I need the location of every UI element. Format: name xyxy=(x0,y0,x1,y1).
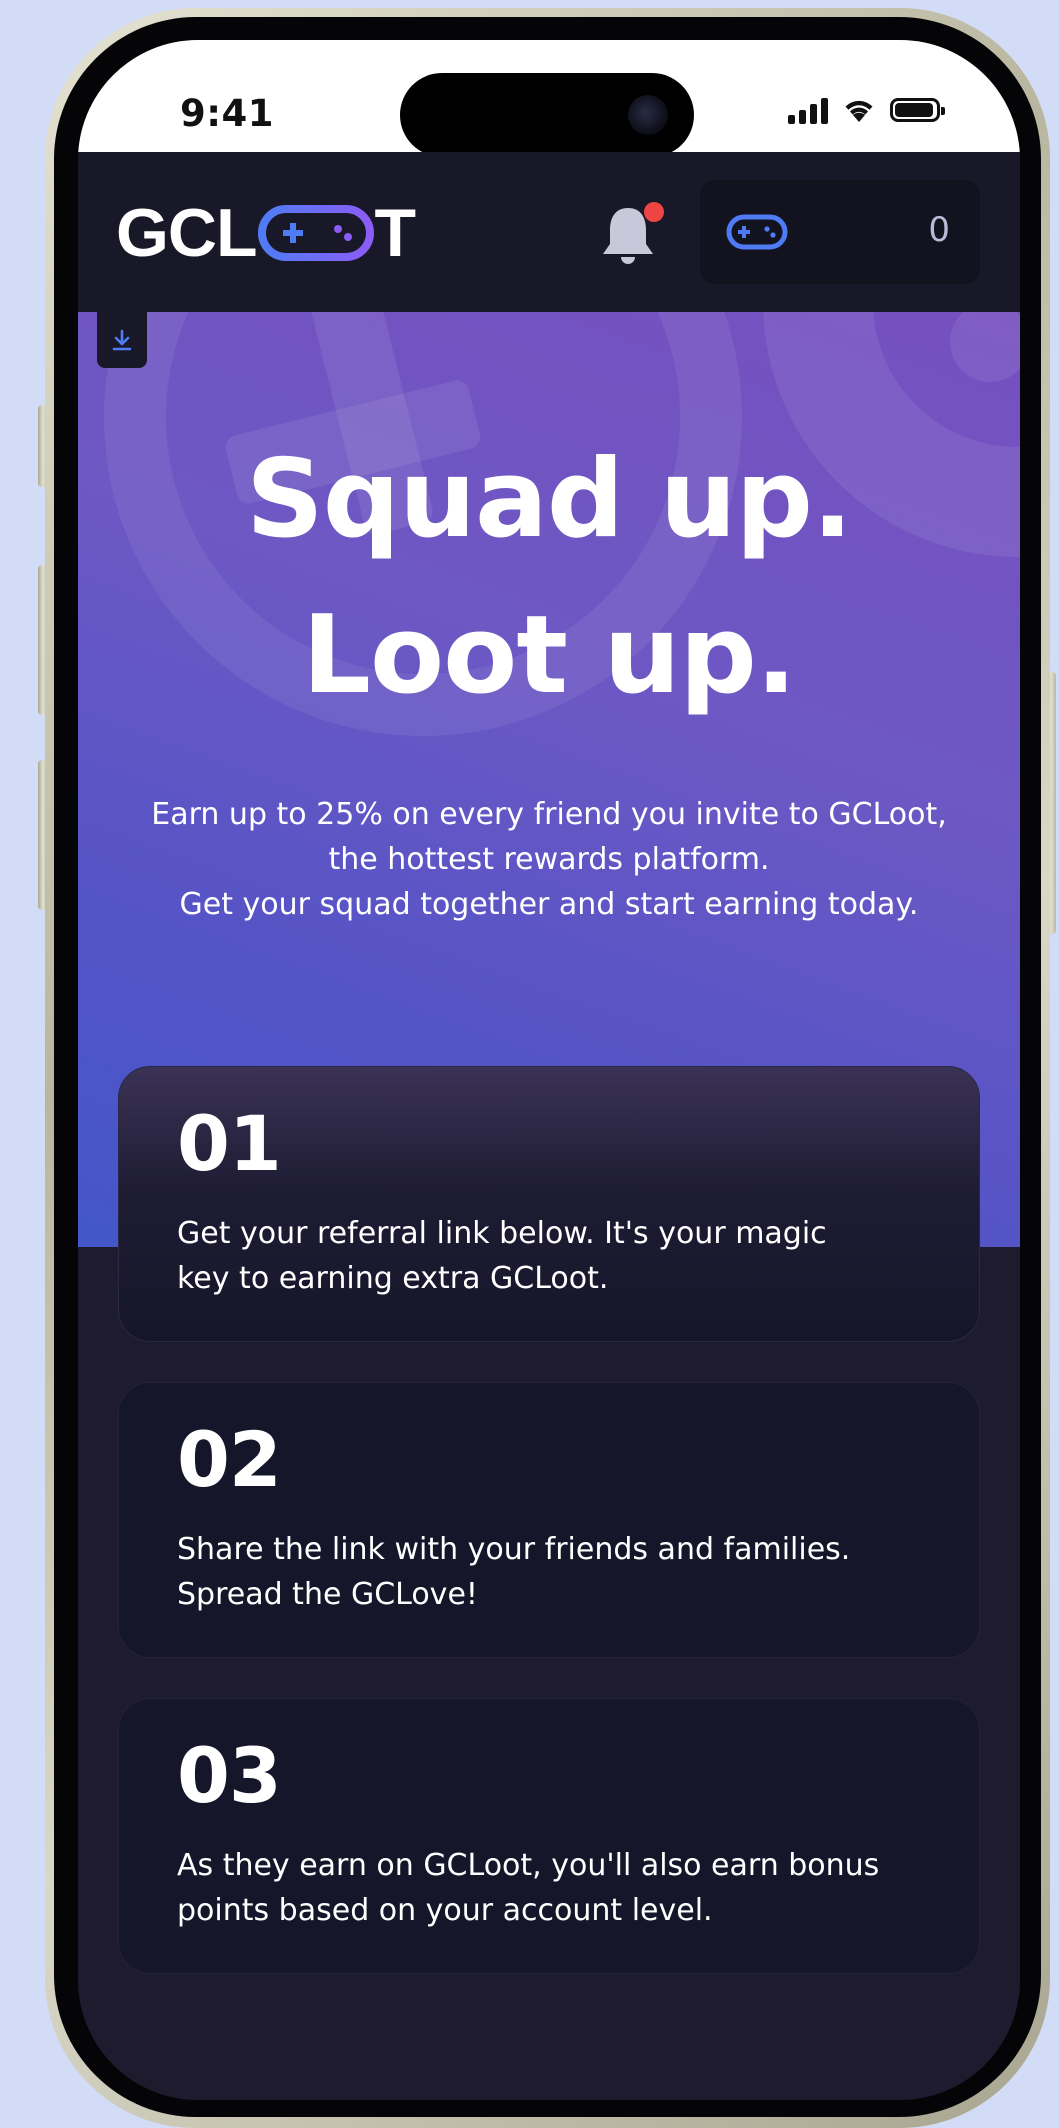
step-card-3: 03 As they earn on GCLoot, you'll also e… xyxy=(118,1698,980,1974)
dynamic-island xyxy=(400,73,694,157)
status-icons xyxy=(788,95,945,125)
hero-subtitle-line-2: the hottest rewards platform. xyxy=(328,842,770,877)
step-description-line-2: Spread the GCLove! xyxy=(177,1577,478,1612)
logo-text-left: GCL xyxy=(116,195,258,271)
step-description: Get your referral link below. It's your … xyxy=(177,1211,917,1301)
status-bar: 9:41 xyxy=(78,40,1020,157)
hero-title: Squad up. Loot up. xyxy=(78,422,1020,734)
camera-icon xyxy=(628,95,668,135)
hero-subtitle-line-3: Get your squad together and start earnin… xyxy=(179,887,919,922)
gamepad-icon xyxy=(726,214,788,250)
step-number: 02 xyxy=(177,1415,282,1504)
step-number: 01 xyxy=(177,1099,282,1188)
step-description-line-2: points based on your account level. xyxy=(177,1893,713,1928)
step-card-2: 02 Share the link with your friends and … xyxy=(118,1382,980,1658)
step-description-line-1: Get your referral link below. It's your … xyxy=(177,1216,827,1251)
step-description-line-2: key to earning extra GCLoot. xyxy=(177,1261,609,1296)
app-header: GCL T 0 xyxy=(78,152,1020,312)
step-description: Share the link with your friends and fam… xyxy=(177,1527,917,1617)
step-description: As they earn on GCLoot, you'll also earn… xyxy=(177,1843,917,1933)
step-description-line-1: Share the link with your friends and fam… xyxy=(177,1532,851,1567)
hero-subtitle: Earn up to 25% on every friend you invit… xyxy=(118,792,980,927)
hero-title-line-2: Loot up. xyxy=(302,593,797,718)
hero-title-line-1: Squad up. xyxy=(246,437,853,562)
notification-badge xyxy=(644,202,664,222)
wallet-balance-value: 0 xyxy=(928,210,950,250)
logo-gamepad-icon xyxy=(257,205,374,261)
step-description-line-1: As they earn on GCLoot, you'll also earn… xyxy=(177,1848,880,1883)
hero-subtitle-line-1: Earn up to 25% on every friend you invit… xyxy=(151,797,947,832)
step-card-1: 01 Get your referral link below. It's yo… xyxy=(118,1066,980,1342)
battery-icon xyxy=(890,98,945,122)
status-time: 9:41 xyxy=(180,92,275,135)
step-number: 03 xyxy=(177,1731,282,1820)
phone-screen: 9:41 GCL T 0 Squad up. Loot up. Earn up … xyxy=(78,40,1020,2100)
wallet-balance-button[interactable]: 0 xyxy=(700,180,980,284)
download-icon xyxy=(112,329,132,351)
wifi-icon xyxy=(845,100,873,122)
download-button[interactable] xyxy=(97,312,147,368)
cellular-signal-icon xyxy=(788,96,828,124)
gcloot-logo[interactable]: GCL T xyxy=(116,195,416,271)
logo-text-right: T xyxy=(374,195,417,271)
